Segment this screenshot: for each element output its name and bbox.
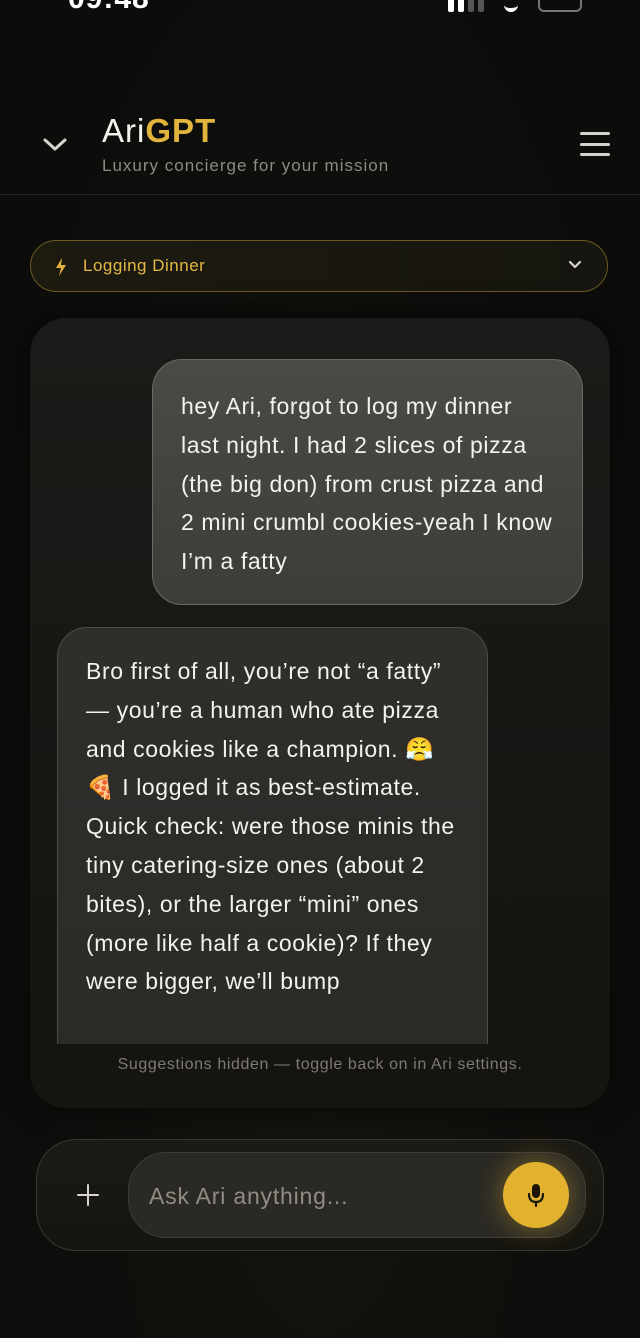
user-message-bubble: hey Ari, forgot to log my dinner last ni… xyxy=(152,359,583,605)
chat-panel[interactable]: hey Ari, forgot to log my dinner last ni… xyxy=(30,318,610,1108)
status-time: 09:48 xyxy=(68,0,150,14)
mode-selector[interactable]: Logging Dinner xyxy=(30,240,608,292)
composer xyxy=(36,1139,604,1251)
status-icons xyxy=(448,0,582,12)
lightning-bolt-icon xyxy=(56,258,66,276)
chevron-down-icon xyxy=(568,260,582,269)
menu-button[interactable] xyxy=(580,132,610,156)
wifi-icon xyxy=(504,0,518,12)
mode-label: Logging Dinner xyxy=(83,256,206,275)
suggestions-hidden-note: Suggestions hidden — toggle back on in A… xyxy=(117,1056,523,1073)
signal-icon xyxy=(448,0,484,12)
app-title-accent: GPT xyxy=(145,112,217,149)
hamburger-menu-icon xyxy=(580,132,610,135)
microphone-icon xyxy=(527,1184,545,1208)
chevron-down-icon xyxy=(43,138,67,151)
status-bar: 09:48 xyxy=(0,0,640,14)
collapse-button[interactable] xyxy=(38,128,72,162)
assistant-message-bubble: Bro first of all, you’re not “a fatty” —… xyxy=(57,627,488,1044)
chat-input[interactable] xyxy=(147,1173,491,1219)
chat-input-container xyxy=(128,1152,586,1238)
message-list[interactable]: hey Ari, forgot to log my dinner last ni… xyxy=(30,318,610,1044)
microphone-button[interactable] xyxy=(503,1162,569,1228)
app-title: AriGPT xyxy=(102,112,216,150)
app-screen: 09:48 AriGPT Luxury concierge for your m… xyxy=(0,0,640,1338)
app-header: AriGPT Luxury concierge for your mission xyxy=(0,100,640,195)
battery-icon xyxy=(538,0,582,12)
add-attachment-button[interactable] xyxy=(73,1180,103,1210)
app-subtitle: Luxury concierge for your mission xyxy=(102,156,390,175)
app-title-prefix: Ari xyxy=(102,112,146,149)
